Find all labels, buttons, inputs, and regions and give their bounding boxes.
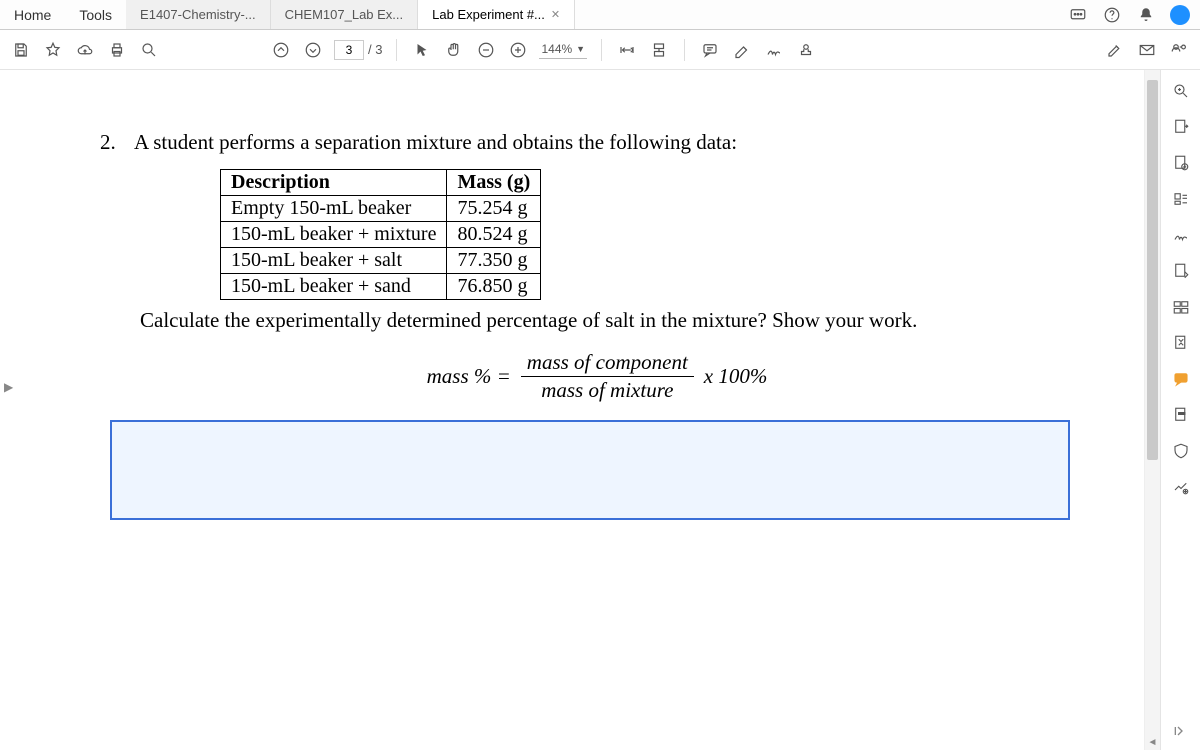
search-plus-icon[interactable] [1170,80,1192,102]
scroll-down-icon[interactable]: ◄ [1145,737,1160,748]
scroll-mode-icon[interactable] [648,39,670,61]
question-instruction: Calculate the experimentally determined … [140,308,1094,333]
zoom-select[interactable]: 144% ▼ [539,40,587,59]
chat-bubble-icon[interactable] [1068,5,1088,25]
document-tab-label: CHEM107_Lab Ex... [285,7,404,22]
stamp-icon[interactable] [795,39,817,61]
formula-denominator: mass of mixture [541,377,673,402]
table-row: 150-mL beaker + salt 77.350 g [221,248,541,274]
table-header: Mass (g) [447,170,541,196]
document-tab-2[interactable]: Lab Experiment #... ✕ [418,0,575,29]
redact-icon[interactable] [1170,404,1192,426]
answer-input-box[interactable] [110,420,1070,520]
zoom-out-icon[interactable] [475,39,497,61]
menu-tools[interactable]: Tools [65,0,126,29]
table-row: 150-mL beaker + sand 76.850 g [221,274,541,300]
bell-icon[interactable] [1136,5,1156,25]
toolbar: / 3 144% ▼ [0,30,1200,70]
page-down-icon[interactable] [302,39,324,61]
document-tab-label: E1407-Chemistry-... [140,7,256,22]
avatar[interactable] [1170,5,1190,25]
chevron-down-icon: ▼ [576,44,585,54]
question-text: A student performs a separation mixture … [134,130,737,155]
print-icon[interactable] [106,39,128,61]
formula: mass % = mass of component mass of mixtu… [100,351,1094,402]
document-viewport: 2. A student performs a separation mixtu… [20,70,1144,750]
mail-icon[interactable] [1136,39,1158,61]
help-icon[interactable] [1102,5,1122,25]
page-up-icon[interactable] [270,39,292,61]
page-total-label: / 3 [368,42,382,57]
separator [396,39,397,61]
menu-bar: Home Tools E1407-Chemistry-... CHEM107_L… [0,0,1200,30]
tools-sidebar [1160,70,1200,750]
zoom-in-icon[interactable] [507,39,529,61]
more-tools-icon[interactable] [1170,476,1192,498]
edit-pdf-icon[interactable] [1170,188,1192,210]
page-indicator: / 3 [334,40,382,60]
comment-tool-icon[interactable] [1170,368,1192,390]
header-right-icons [1068,0,1200,29]
compress-icon[interactable] [1170,332,1192,354]
formula-fraction: mass of component mass of mixture [521,351,694,402]
formula-lhs: mass % = [427,364,511,389]
data-table: Description Mass (g) Empty 150-mL beaker… [220,169,541,300]
separator [684,39,685,61]
separator [601,39,602,61]
combine-icon[interactable] [1170,260,1192,282]
table-row: Empty 150-mL beaker 75.254 g [221,196,541,222]
signature-icon[interactable] [763,39,785,61]
prev-page-arrow-icon[interactable]: ▶ [4,380,13,394]
zoom-value: 144% [541,42,572,56]
document-tab-1[interactable]: CHEM107_Lab Ex... [271,0,419,29]
create-pdf-icon[interactable] [1170,152,1192,174]
close-icon[interactable]: ✕ [551,8,560,21]
document-tab-0[interactable]: E1407-Chemistry-... [126,0,271,29]
sign-icon[interactable] [1170,224,1192,246]
formula-rhs: x 100% [704,364,768,389]
question-number: 2. [100,130,120,155]
fit-width-icon[interactable] [616,39,638,61]
scrollbar-thumb[interactable] [1147,80,1158,460]
search-icon[interactable] [138,39,160,61]
collapse-sidebar-icon[interactable] [1160,723,1200,742]
formula-numerator: mass of component [521,351,694,377]
share-icon[interactable] [1168,39,1190,61]
page-number-input[interactable] [334,40,364,60]
menu-home[interactable]: Home [0,0,65,29]
table-header: Description [221,170,447,196]
cloud-upload-icon[interactable] [74,39,96,61]
organize-icon[interactable] [1170,296,1192,318]
save-icon[interactable] [10,39,32,61]
document-page: 2. A student performs a separation mixtu… [20,70,1144,520]
scrollbar[interactable]: ◄ [1144,70,1160,750]
hand-icon[interactable] [443,39,465,61]
pointer-icon[interactable] [411,39,433,61]
table-row: 150-mL beaker + mixture 80.524 g [221,222,541,248]
protect-icon[interactable] [1170,440,1192,462]
comment-icon[interactable] [699,39,721,61]
export-pdf-icon[interactable] [1170,116,1192,138]
document-tab-label: Lab Experiment #... [432,7,545,22]
star-icon[interactable] [42,39,64,61]
highlight-icon[interactable] [731,39,753,61]
edit-icon[interactable] [1104,39,1126,61]
